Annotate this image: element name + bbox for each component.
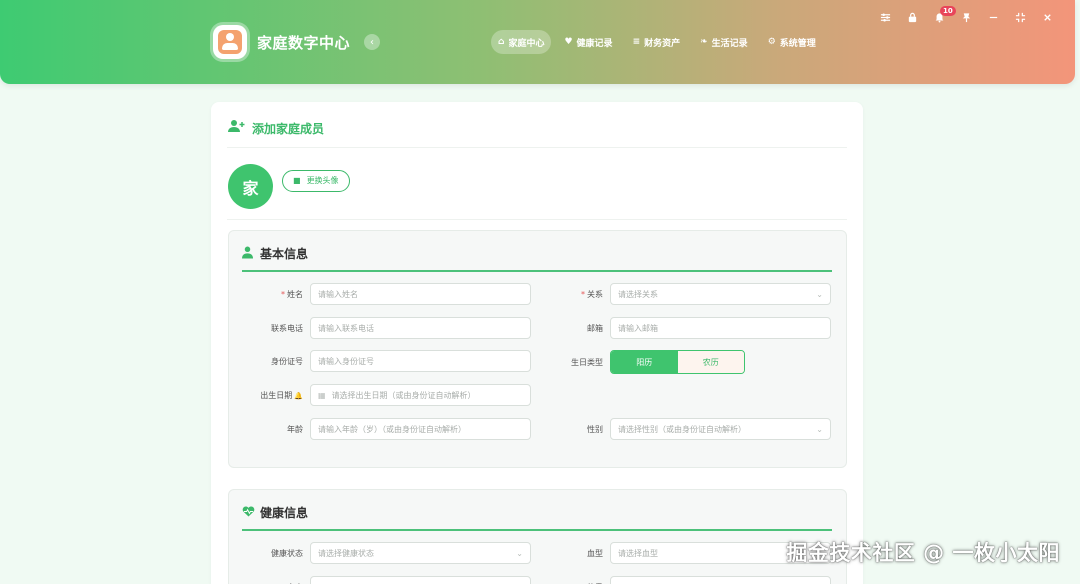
- birth-type-toggle: 阳历 农历: [610, 350, 745, 374]
- app-title: 家庭数字中心: [257, 33, 351, 52]
- relation-select[interactable]: 请选择关系 ⌄: [610, 283, 831, 305]
- nav-item-finance[interactable]: ≡ 财务资产: [626, 30, 688, 54]
- idcard-label: 身份证号: [271, 356, 303, 366]
- idcard-field: 身份证号 请输入身份证号: [245, 350, 531, 372]
- chevron-down-icon: ⌄: [516, 548, 523, 558]
- section-header: 基本信息: [242, 245, 308, 262]
- card-title: 添加家庭成员: [252, 121, 325, 136]
- heart-pulse-icon: ♥: [564, 37, 573, 47]
- relation-label: * 关系: [581, 289, 603, 299]
- close-button[interactable]: [1034, 9, 1061, 25]
- change-avatar-button[interactable]: ■ 更换头像: [282, 169, 350, 192]
- height-input[interactable]: [310, 576, 531, 584]
- change-avatar-label: 更换头像: [306, 176, 339, 185]
- nav-item-system[interactable]: ⚙ 系统管理: [761, 30, 823, 54]
- avatar: 家: [228, 164, 273, 209]
- nav-item-life[interactable]: ❧ 生活记录: [693, 30, 755, 54]
- divider: [227, 147, 847, 148]
- birthday-label: 出生日期 🔔: [260, 390, 303, 400]
- calendar-icon: ▦: [318, 390, 326, 400]
- pin-button[interactable]: [953, 9, 980, 25]
- height-field: 身高: [245, 576, 531, 584]
- birth-type-field: 生日类型 阳历 农历: [545, 350, 745, 374]
- watermark: 掘金技术社区 @ 一枚小太阳: [786, 541, 1060, 565]
- minimize-icon: [989, 16, 998, 18]
- email-field: 邮箱 请输入邮箱: [545, 317, 831, 339]
- notifications-button[interactable]: 10: [926, 6, 956, 25]
- solar-option[interactable]: 阳历: [611, 351, 678, 373]
- section-header: 健康信息: [242, 504, 308, 521]
- pin-icon: [962, 12, 971, 22]
- section-underline: [242, 529, 832, 531]
- weight-field: 体重: [545, 576, 831, 584]
- gender-field: 性别 请选择性别（或由身份证自动解析） ⌄: [545, 418, 831, 440]
- divider: [227, 219, 847, 220]
- brand[interactable]: 家庭数字中心 ‹: [213, 25, 381, 59]
- health-status-label: 健康状态: [271, 548, 303, 558]
- camera-icon: ■: [293, 176, 301, 185]
- app-logo: [213, 25, 247, 59]
- bell-icon: 🔔: [294, 391, 303, 400]
- nav-item-health[interactable]: ♥ 健康记录: [557, 30, 619, 54]
- name-label: * 姓名: [281, 289, 303, 299]
- birthday-picker[interactable]: ▦ 请选择出生日期（或由身份证自动解析）: [310, 384, 531, 406]
- top-header: 家庭数字中心 ‹ ⌂ 家庭中心 ♥ 健康记录 ≡ 财务资产 ❧ 生活记录 ⚙ 系…: [0, 0, 1075, 84]
- lock-button[interactable]: [899, 9, 926, 25]
- avatar-row: 家 ■ 更换头像: [228, 164, 350, 209]
- lock-icon: [908, 12, 917, 22]
- gender-label: 性别: [587, 424, 603, 434]
- health-status-select[interactable]: 请选择健康状态 ⌄: [310, 542, 531, 564]
- minimize-button[interactable]: [980, 9, 1007, 25]
- age-input[interactable]: 请输入年龄（岁）（或由身份证自动解析）: [310, 418, 531, 440]
- section-title: 基本信息: [260, 247, 309, 261]
- nav-item-family-center[interactable]: ⌂ 家庭中心: [491, 30, 552, 54]
- basic-info-section: 基本信息 * 姓名 请输入姓名 * 关系 请选择关系 ⌄ 联系电话 请输入联系电话 邮…: [228, 230, 847, 468]
- health-status-field: 健康状态 请选择健康状态 ⌄: [245, 542, 531, 564]
- section-title: 健康信息: [260, 506, 309, 520]
- section-underline: [242, 270, 832, 272]
- birthday-field: 出生日期 🔔 ▦ 请选择出生日期（或由身份证自动解析）: [245, 384, 531, 406]
- chevron-down-icon: ⌄: [816, 289, 823, 299]
- restore-button[interactable]: [1007, 9, 1034, 25]
- name-field: * 姓名 请输入姓名: [245, 283, 531, 305]
- health-info-section: 健康信息 健康状态 请选择健康状态⌄ 血型 请选择血型⌄ 身高 体重: [228, 489, 847, 584]
- settings-sliders-button[interactable]: [872, 9, 899, 25]
- chevron-down-icon: ⌄: [816, 424, 823, 434]
- home-icon: ⌂: [498, 37, 505, 47]
- phone-field: 联系电话 请输入联系电话: [245, 317, 531, 339]
- name-input[interactable]: 请输入姓名: [310, 283, 531, 305]
- leaf-icon: ❧: [700, 37, 708, 47]
- phone-input[interactable]: 请输入联系电话: [310, 317, 531, 339]
- main-nav: ⌂ 家庭中心 ♥ 健康记录 ≡ 财务资产 ❧ 生活记录 ⚙ 系统管理: [491, 30, 823, 54]
- gears-icon: ⚙: [767, 37, 776, 47]
- nav-label: 财务资产: [644, 38, 681, 49]
- nav-label: 健康记录: [576, 38, 613, 49]
- heartbeat-icon: [242, 505, 256, 520]
- card-header: 添加家庭成员: [227, 119, 324, 137]
- age-label: 年龄: [287, 424, 303, 434]
- birth-type-label: 生日类型: [571, 357, 603, 367]
- gender-select[interactable]: 请选择性别（或由身份证自动解析） ⌄: [610, 418, 831, 440]
- user-icon: [242, 246, 256, 262]
- idcard-input[interactable]: 请输入身份证号: [310, 350, 531, 372]
- weight-input[interactable]: [610, 576, 831, 584]
- email-input[interactable]: 请输入邮箱: [610, 317, 831, 339]
- add-member-card: 添加家庭成员 家 ■ 更换头像 基本信息 * 姓名 请输入姓名 * 关系 请选择关系…: [211, 102, 863, 584]
- window-controls: 10: [872, 6, 1061, 25]
- collapse-sidebar-button[interactable]: ‹: [364, 34, 381, 50]
- blood-type-label: 血型: [587, 548, 603, 558]
- user-plus-icon: [227, 119, 245, 137]
- age-field: 年龄 请输入年龄（岁）（或由身份证自动解析）: [245, 418, 531, 440]
- email-label: 邮箱: [587, 323, 603, 333]
- close-icon: [1044, 13, 1051, 21]
- restore-icon: [1015, 12, 1026, 22]
- nav-label: 系统管理: [779, 38, 816, 49]
- coins-icon: ≡: [632, 37, 641, 47]
- nav-label: 家庭中心: [508, 38, 545, 49]
- relation-field: * 关系 请选择关系 ⌄: [545, 283, 831, 305]
- lunar-option[interactable]: 农历: [677, 351, 744, 373]
- phone-label: 联系电话: [271, 323, 303, 333]
- nav-label: 生活记录: [711, 38, 748, 49]
- sliders-icon: [880, 12, 891, 22]
